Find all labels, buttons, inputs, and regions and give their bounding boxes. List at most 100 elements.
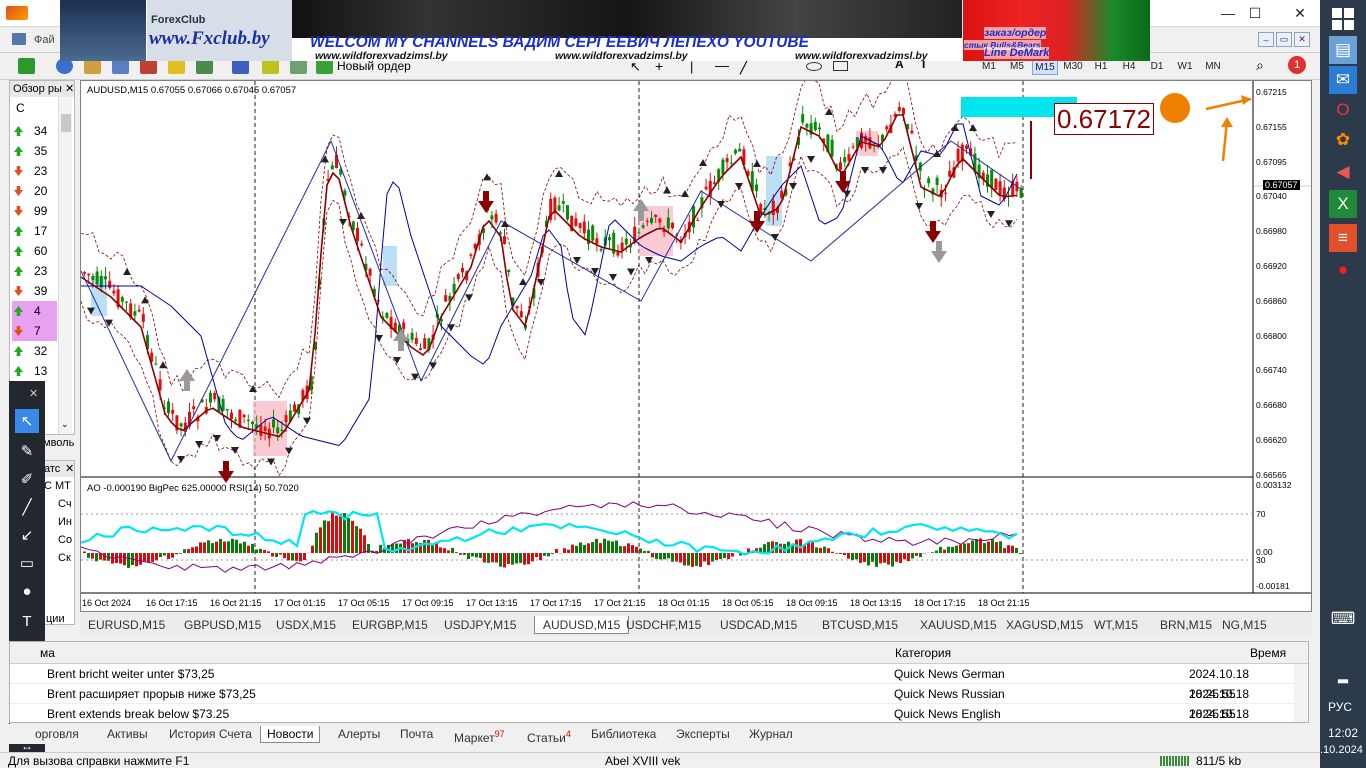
- minimize-button[interactable]: —: [1213, 0, 1243, 26]
- news-scrollbar[interactable]: [1294, 664, 1308, 722]
- market-watch-row[interactable]: 99: [12, 201, 57, 221]
- chart-tab[interactable]: USDX,M15: [276, 616, 336, 634]
- ellipse-icon[interactable]: [806, 62, 822, 71]
- tf-m1[interactable]: M1: [976, 59, 1002, 75]
- paint-icon[interactable]: ✿: [1329, 126, 1357, 154]
- market-watch-row[interactable]: 32: [12, 341, 57, 361]
- vline-icon[interactable]: |: [690, 59, 693, 74]
- tf-h1[interactable]: H1: [1088, 59, 1114, 75]
- text-icon[interactable]: T: [15, 609, 39, 633]
- chart-tab[interactable]: NG,M15: [1222, 616, 1267, 634]
- market-watch-row[interactable]: 39: [12, 281, 57, 301]
- chart-tab[interactable]: USDJPY,M15: [444, 616, 516, 634]
- mdi-restore-button[interactable]: ▭: [1276, 32, 1292, 47]
- nav-footer[interactable]: ции: [46, 613, 65, 625]
- marker-icon[interactable]: ✐: [15, 467, 39, 491]
- rectangle-icon[interactable]: [833, 61, 848, 71]
- new-chart-icon[interactable]: [18, 58, 35, 74]
- chart-tab[interactable]: AUDUSD,M15: [534, 616, 630, 634]
- mdi-minimize-button[interactable]: –: [1258, 32, 1274, 47]
- speaker-icon[interactable]: ◀: [1329, 158, 1357, 186]
- chart-window[interactable]: AUDUSD,M15 0.67055 0.67066 0.67045 0.670…: [80, 80, 1312, 612]
- close-button[interactable]: ✕: [1280, 0, 1320, 26]
- market-watch-row[interactable]: 23: [12, 261, 57, 281]
- chart-tab[interactable]: XAUUSD,M15: [920, 616, 997, 634]
- chart-tab[interactable]: EURGBP,M15: [352, 616, 428, 634]
- chart-tab[interactable]: USDCHF,M15: [626, 616, 701, 634]
- network-icon[interactable]: ▂: [1329, 662, 1357, 690]
- terminal-tab[interactable]: Активы: [107, 726, 148, 742]
- terminal-tab[interactable]: История Счета: [169, 726, 252, 742]
- market-watch-row[interactable]: 7: [12, 321, 57, 341]
- record-icon[interactable]: ●: [1329, 256, 1357, 284]
- market-watch-row[interactable]: 13: [12, 361, 57, 381]
- close-icon[interactable]: ✕: [65, 81, 74, 97]
- nav-item[interactable]: Ск: [58, 552, 71, 564]
- news-row[interactable]: Brent расширяет прорыв ниже $73,25 Quick …: [10, 684, 1294, 721]
- terminal-tab[interactable]: Журнал: [749, 726, 793, 742]
- news-row[interactable]: Brent bricht weiter unter $73,25 Quick Ne…: [10, 664, 1294, 701]
- chart-tab[interactable]: XAGUSD,M15: [1006, 616, 1083, 634]
- market-watch-row[interactable]: 20: [12, 181, 57, 201]
- close-icon[interactable]: ✕: [65, 461, 74, 477]
- nav-item[interactable]: Сч: [58, 498, 72, 510]
- terminal-tab[interactable]: Почта: [400, 726, 433, 742]
- chart-tab[interactable]: BTCUSD,M15: [822, 616, 898, 634]
- mdi-close-button[interactable]: ✕: [1294, 32, 1310, 47]
- tf-m15[interactable]: M15: [1032, 59, 1058, 75]
- chart-tab[interactable]: BRN,M15: [1160, 616, 1212, 634]
- market-watch-row[interactable]: 34: [12, 121, 57, 141]
- price-chart[interactable]: [81, 81, 1311, 611]
- news-row[interactable]: Brent extends break below $73.25 Quick Ne…: [10, 704, 1294, 741]
- menu-file[interactable]: Фай: [34, 34, 55, 46]
- new-order-button[interactable]: Новый ордер: [337, 59, 411, 73]
- tf-mn[interactable]: MN: [1200, 59, 1226, 75]
- explorer-icon[interactable]: ▤: [1329, 36, 1357, 64]
- col-category[interactable]: Категория: [895, 646, 951, 660]
- close-icon[interactable]: ✕: [29, 387, 38, 400]
- clock-date[interactable]: .10.2024: [1320, 744, 1363, 756]
- metatrader-icon[interactable]: ≡: [1329, 224, 1357, 252]
- terminal-tab[interactable]: Новости: [260, 726, 321, 743]
- windows-start-icon[interactable]: [1332, 8, 1354, 30]
- terminal-tab[interactable]: Алерты: [338, 726, 380, 742]
- sort-label[interactable]: С: [16, 101, 25, 115]
- tf-d1[interactable]: D1: [1144, 59, 1170, 75]
- outlook-icon[interactable]: ✉: [1329, 66, 1357, 94]
- col-time[interactable]: Время: [1250, 646, 1286, 660]
- market-watch-row[interactable]: 17: [12, 221, 57, 241]
- chart-tab[interactable]: GBPUSD,M15: [184, 616, 261, 634]
- nav-item[interactable]: Со: [58, 534, 72, 546]
- chart-tab[interactable]: WT,M15: [1094, 616, 1138, 634]
- cursor-icon[interactable]: ↖: [630, 59, 641, 75]
- nav-item[interactable]: С МТ: [44, 480, 71, 492]
- chevron-down-icon[interactable]: ⌄: [61, 419, 69, 430]
- maximize-button[interactable]: ☐: [1240, 0, 1270, 26]
- banner-ad[interactable]: ForexClub www.Fxclub.by WELCOM MY CHANNE…: [60, 0, 1150, 61]
- chart-tab[interactable]: EURUSD,M15: [88, 616, 165, 634]
- terminal-tab[interactable]: Статьи4: [527, 726, 571, 746]
- keyboard-icon[interactable]: ⌨: [1329, 605, 1357, 633]
- alert-badge[interactable]: 1: [1288, 56, 1306, 74]
- terminal-tab[interactable]: Эксперты: [676, 726, 730, 742]
- pointer-icon[interactable]: ↖: [15, 409, 39, 433]
- market-watch-row[interactable]: 35: [12, 141, 57, 161]
- market-watch-row[interactable]: 60: [12, 241, 57, 261]
- tf-h4[interactable]: H4: [1116, 59, 1142, 75]
- rectangle-tool-icon[interactable]: ▭: [15, 551, 39, 575]
- tf-w1[interactable]: W1: [1172, 59, 1198, 75]
- tf-m30[interactable]: M30: [1060, 59, 1086, 75]
- chart-tab[interactable]: USDCAD,M15: [720, 616, 797, 634]
- language-indicator[interactable]: РУС: [1328, 700, 1352, 714]
- terminal-tab[interactable]: Маркет97: [454, 726, 505, 746]
- arrow-line-icon[interactable]: ↙: [15, 523, 39, 547]
- col-subject[interactable]: ма: [40, 646, 55, 660]
- line-icon[interactable]: ╱: [15, 495, 39, 519]
- tf-m5[interactable]: M5: [1004, 59, 1030, 75]
- palette-icon[interactable]: ●: [15, 579, 39, 603]
- terminal-tab[interactable]: орговля: [35, 726, 79, 742]
- market-watch-row[interactable]: 4: [12, 301, 57, 321]
- nav-item[interactable]: Ин: [58, 516, 72, 528]
- market-watch-scrollbar[interactable]: ⌄: [58, 97, 72, 434]
- search-icon[interactable]: ⌕: [1256, 57, 1264, 74]
